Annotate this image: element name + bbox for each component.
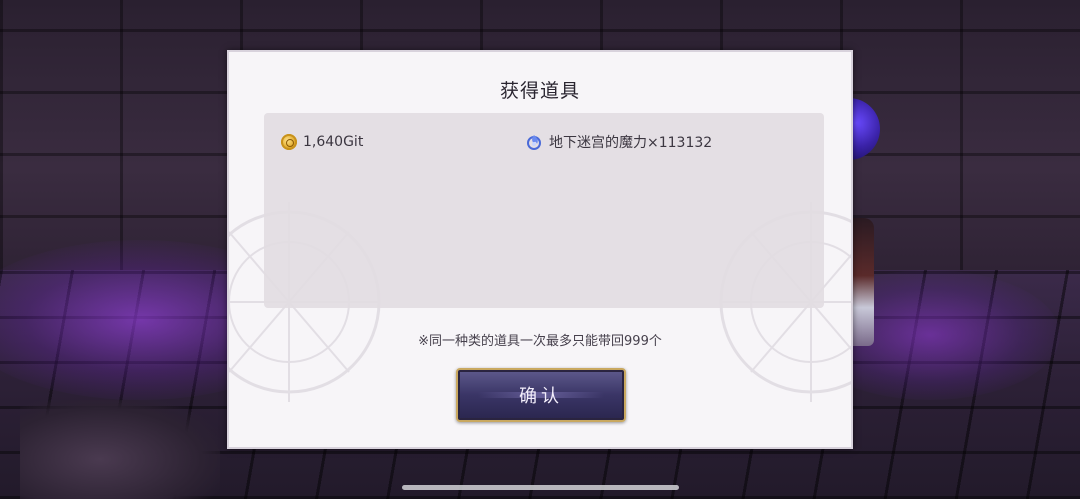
blue-flame-icon	[527, 135, 541, 150]
item-reward-dialog: 获得道具 1,640Git 地下迷宫的魔力×113132 ※同一种类的道具一次最…	[227, 50, 853, 449]
confirm-button[interactable]: 确认	[456, 368, 626, 422]
home-indicator-bar[interactable]	[402, 485, 679, 490]
reward-item-label: 1,640Git	[303, 134, 364, 150]
reward-item-git: 1,640Git	[281, 131, 363, 153]
game-scene: 获得道具 1,640Git 地下迷宫的魔力×113132 ※同一种类的道具一次最…	[0, 0, 1080, 499]
rubble-rocks	[20, 400, 220, 499]
reward-item-magic-power: 地下迷宫的魔力×113132	[525, 131, 712, 153]
reward-item-label: 地下迷宫的魔力×113132	[549, 135, 713, 151]
reward-items-panel: 1,640Git 地下迷宫的魔力×113132	[264, 113, 824, 308]
gold-coin-icon	[281, 134, 297, 150]
carry-limit-notice: ※同一种类的道具一次最多只能带回999个	[418, 334, 662, 349]
confirm-button-label: 确认	[519, 386, 563, 407]
player-character	[852, 218, 874, 346]
dialog-title: 获得道具	[499, 80, 580, 102]
